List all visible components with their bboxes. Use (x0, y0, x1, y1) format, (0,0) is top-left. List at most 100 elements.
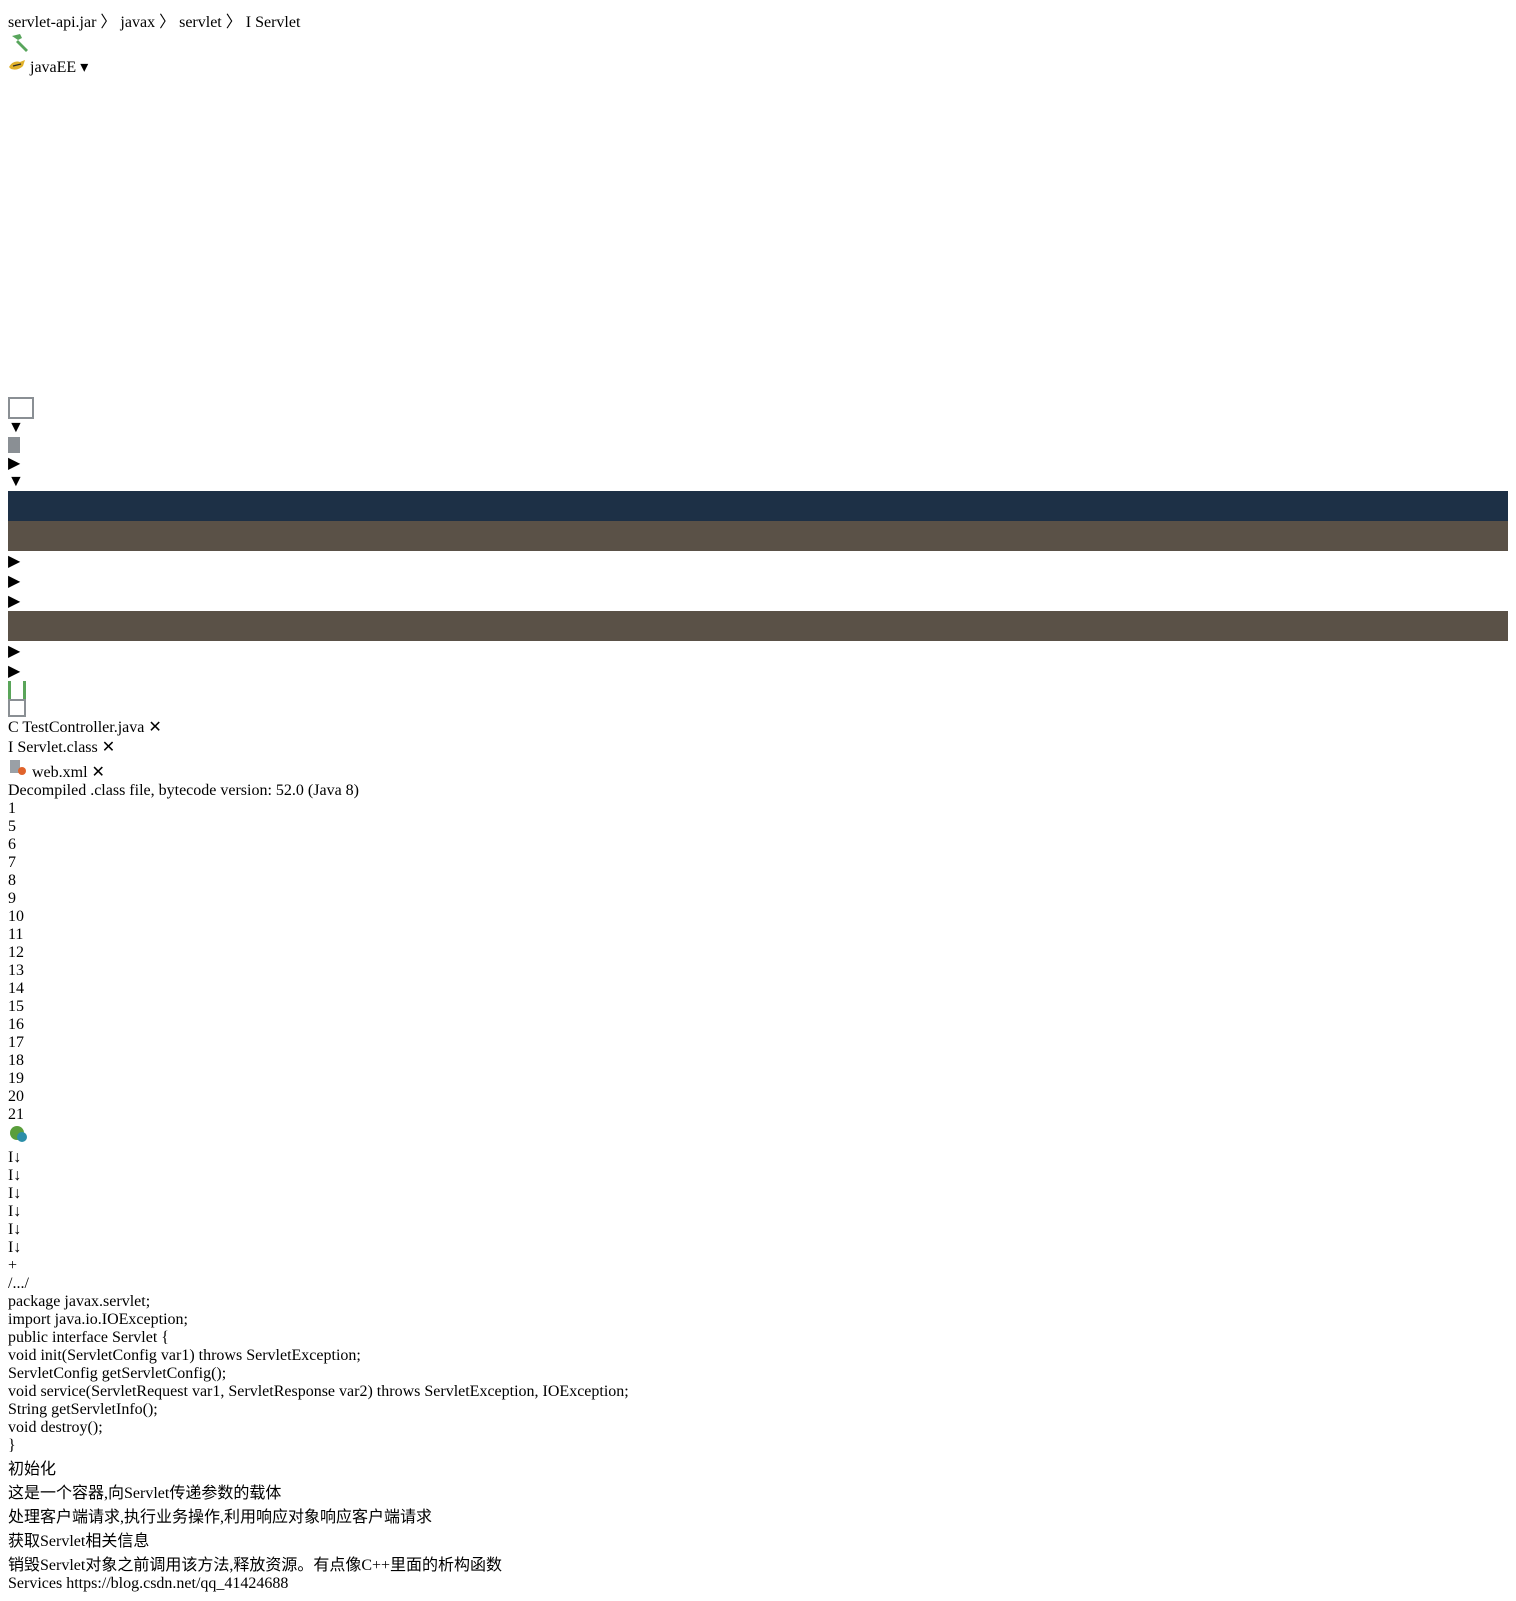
line-number: 16 (8, 1016, 24, 1033)
line-number: 14 (8, 980, 24, 997)
interface-icon: I (8, 739, 14, 756)
breadcrumb-package-javax[interactable]: javax (120, 14, 155, 31)
code-line-1: /.../ (8, 1275, 1508, 1293)
code-line-10: public interface Servlet { (8, 1329, 169, 1346)
navigation-bar: servlet-api.jar 〉 javax 〉 servlet 〉 I Se… (8, 8, 1508, 77)
build-hammer-icon[interactable] (8, 32, 1508, 57)
line-number: 15 (8, 998, 24, 1015)
expand-arrow-down-icon[interactable]: ▼ (8, 419, 1508, 437)
implemented-method-icon[interactable]: I↓ (8, 1239, 1508, 1257)
editor-tab-bar: C TestController.java ✕ I Servlet.class … (8, 717, 1508, 782)
services-tool-button[interactable]: Services (8, 1575, 62, 1592)
expand-arrow-right-icon[interactable]: ▶ (8, 551, 1508, 571)
toolbar-right: javaEE ▾ (8, 32, 1508, 77)
line-number: 5 (8, 818, 16, 835)
tab-label: Servlet.class (17, 739, 98, 756)
file-icon (8, 437, 20, 453)
expand-arrow-right-icon[interactable]: ▶ (8, 661, 1508, 681)
breadcrumb-jar[interactable]: servlet-api.jar (8, 14, 96, 31)
line-number: 1 (8, 800, 16, 817)
line-number: 8 (8, 872, 16, 889)
code-line-13: ServletConfig getServletConfig(); (8, 1365, 227, 1382)
annotation-service: 处理客户端请求,执行业务操作,利用响应对象响应客户端请求 (8, 1509, 433, 1526)
code-editor[interactable]: 1 5 6 7 8 9 10 11 12 13 14 15 16 17 18 1… (8, 800, 1508, 1575)
watermark-text: https://blog.csdn.net/qq_41424688 (66, 1575, 289, 1592)
chevron-right-icon: 〉 (159, 14, 176, 31)
project-tool-label[interactable] (8, 77, 1508, 187)
tab-servlet-class[interactable]: I Servlet.class ✕ (8, 737, 184, 757)
line-number: 21 (8, 1106, 24, 1123)
implemented-method-icon[interactable]: I↓ (8, 1203, 1508, 1221)
breadcrumb-package-servlet[interactable]: servlet (179, 14, 222, 31)
code-line-17: String getServletInfo(); (8, 1401, 158, 1418)
tab-label: TestController.java (22, 719, 145, 736)
line-number: 11 (8, 926, 24, 943)
breadcrumb-class-servlet[interactable]: Servlet (255, 14, 300, 31)
line-number: 10 (8, 908, 24, 925)
implemented-interface-icon[interactable] (8, 1124, 1508, 1149)
line-number: 13 (8, 962, 24, 979)
structure-tool-label[interactable] (8, 187, 1508, 297)
line-number: 19 (8, 1070, 24, 1087)
line-number: 20 (8, 1088, 24, 1105)
annotation-destroy: 销毁Servlet对象之前调用该方法,释放资源。有点像C++里面的析构函数 (8, 1557, 503, 1574)
interface-icon: I (245, 14, 252, 31)
code-line-6: package javax.servlet; (8, 1293, 151, 1310)
project-tree-panel: ▼ ▶ ▼ ▶ ▶ ▶ ▶ ▶ (8, 397, 1508, 717)
expand-arrow-right-icon[interactable]: ▶ (8, 591, 1508, 611)
line-number: 9 (8, 890, 16, 907)
chevron-right-icon: 〉 (225, 14, 242, 31)
annotation-init: 初始化 (8, 1461, 57, 1478)
group-icon[interactable] (8, 699, 26, 717)
line-number-gutter: 1 5 6 7 8 9 10 11 12 13 14 15 16 17 18 1… (8, 800, 1508, 1275)
breadcrumb: servlet-api.jar 〉 javax 〉 servlet 〉 I Se… (8, 8, 1508, 32)
ide-window: servlet-api.jar 〉 javax 〉 servlet 〉 I Se… (8, 8, 1508, 1593)
tab-test-controller[interactable]: C TestController.java ✕ (8, 717, 232, 737)
line-number: 7 (8, 854, 16, 871)
close-icon[interactable]: ✕ (102, 739, 115, 756)
code-area[interactable]: /.../ package javax.servlet; import java… (8, 1275, 1508, 1575)
tab-label: web.xml (32, 764, 88, 781)
banner-text: Decompiled .class file, bytecode version… (8, 782, 359, 799)
implemented-method-icon[interactable]: I↓ (8, 1167, 1508, 1185)
code-line-8: import java.io.IOException; (8, 1311, 188, 1328)
expand-arrow-down-icon[interactable]: ▼ (8, 473, 1508, 491)
run-configuration-select[interactable]: javaEE ▾ (8, 57, 1508, 77)
class-icon: C (8, 719, 19, 736)
expand-arrow-right-icon[interactable]: ▶ (8, 641, 1508, 661)
line-number: 18 (8, 1052, 24, 1069)
code-line-15: void service(ServletRequest var1, Servle… (8, 1383, 629, 1400)
run-configuration-label: javaEE (30, 59, 77, 76)
folded-region[interactable]: /.../ (8, 1275, 29, 1292)
expand-arrow-right-icon[interactable]: ▶ (8, 571, 1508, 591)
annotation-servlet-info: 获取Servlet相关信息 (8, 1533, 150, 1550)
favorites-tool-label[interactable] (8, 297, 1508, 397)
decompiled-info-banner: Decompiled .class file, bytecode version… (8, 782, 1508, 800)
tool-window-stripe (8, 77, 1508, 397)
chevron-right-icon: 〉 (100, 14, 117, 31)
project-view-icon[interactable] (8, 397, 34, 419)
close-icon[interactable]: ✕ (148, 719, 161, 736)
tab-web-xml[interactable]: web.xml ✕ (8, 757, 148, 782)
line-number: 17 (8, 1034, 24, 1051)
services-tree-icon[interactable] (8, 681, 26, 699)
code-line-19: void destroy(); (8, 1419, 103, 1436)
implemented-method-icon[interactable]: I↓ (8, 1221, 1508, 1239)
xml-file-icon (8, 760, 32, 781)
tree-row-highlight[interactable] (8, 611, 1508, 641)
close-icon[interactable]: ✕ (92, 764, 105, 781)
code-line-11: void init(ServletConfig var1) throws Ser… (8, 1347, 361, 1364)
implemented-method-icon[interactable]: I↓ (8, 1185, 1508, 1203)
expand-arrow-right-icon[interactable]: ▶ (8, 453, 1508, 473)
annotation-servlet-config: 这是一个容器,向Servlet传递参数的载体 (8, 1485, 282, 1502)
tree-row-selected[interactable] (8, 491, 1508, 521)
code-line-20: } (8, 1437, 16, 1454)
line-number: 12 (8, 944, 24, 961)
tree-row-highlight[interactable] (8, 521, 1508, 551)
line-number: 6 (8, 836, 16, 853)
chevron-down-icon: ▾ (80, 59, 89, 76)
implemented-method-icon[interactable]: I↓ (8, 1149, 1508, 1167)
tomcat-icon (8, 59, 30, 76)
fold-expand-icon[interactable]: + (8, 1257, 1508, 1275)
status-bar: Services https://blog.csdn.net/qq_414246… (8, 1575, 1508, 1593)
